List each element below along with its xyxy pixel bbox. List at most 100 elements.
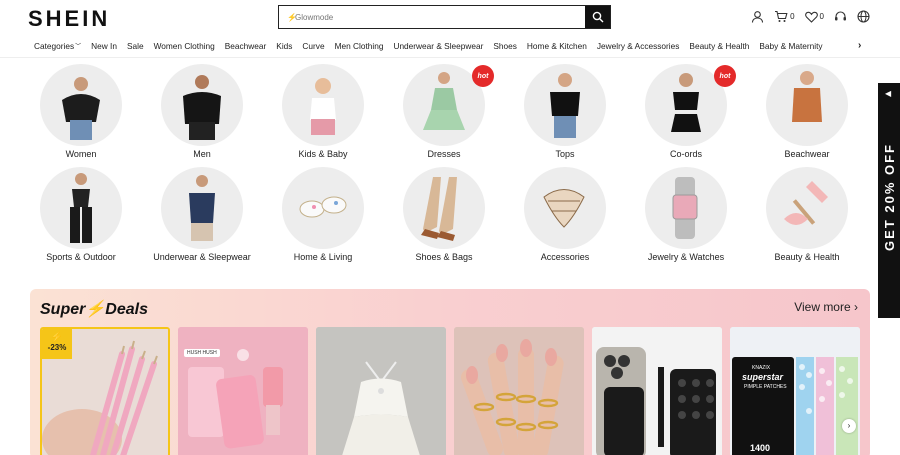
super-deals-title-part1: Super [40,301,86,318]
category-item[interactable]: Men [152,64,252,160]
deal-item[interactable] [592,327,722,455]
cart-count: 0 [790,12,795,21]
triangle-left-icon[interactable]: ◀ [885,89,891,98]
category-item[interactable]: Women [31,64,131,160]
nav-item[interactable]: Shoes [493,41,517,51]
category-image [524,167,606,249]
view-more-label: View more [794,300,851,314]
nav-item[interactable]: Women Clothing [154,41,215,51]
category-label: Beachwear [784,149,830,159]
category-item[interactable]: hot Dresses [394,64,494,160]
chevron-down-icon: ﹀ [75,44,82,50]
deal-item[interactable]: HUSH HUSH [178,327,308,455]
category-image [524,64,606,146]
cart-button[interactable]: 0 [774,10,795,23]
search-button[interactable] [585,6,610,28]
category-label: Men [193,149,211,159]
support-button[interactable] [834,10,847,23]
view-more-link[interactable]: View more › [794,300,858,314]
category-item[interactable]: Accessories [515,167,615,263]
super-deals-title-part2: Deals [105,301,148,318]
category-label: Shoes & Bags [415,252,473,262]
wishlist-count: 0 [819,12,824,21]
category-image [40,64,122,146]
category-item[interactable]: Sports & Outdoor [31,167,131,263]
category-label: Accessories [540,252,590,262]
nav-categories[interactable]: Categories [34,41,74,51]
pack-title: superstar [742,372,784,382]
hot-badge: hot [472,65,494,87]
nav-item[interactable]: Jewelry & Accessories [597,41,680,51]
category-item[interactable]: Tops [515,64,615,160]
lipstick-image [178,327,308,455]
cart-icon [775,10,788,22]
nav-next-arrow-icon[interactable]: › [858,40,861,51]
discount-badge-text: -23% [47,343,67,352]
category-label: Jewelry & Watches [647,252,725,262]
search-icon [592,11,603,23]
heart-icon [804,11,818,23]
deals-next-arrow-icon[interactable]: › [842,419,856,433]
shein-logo[interactable]: SHEIN [28,6,110,32]
white-dress-image [316,327,446,455]
category-nav: Categories ﹀ New In Sale Women Clothing Beach… [0,38,900,58]
globe-icon [857,10,870,23]
search-input[interactable] [279,6,585,28]
category-image [40,167,122,249]
nav-item[interactable]: Baby & Maternity [759,41,822,51]
category-label: Co-ords [669,149,702,159]
category-label: Women [65,149,97,159]
bolt-icon: ⚡ [85,301,106,318]
pack-subtitle: PIMPLE PATCHES [744,384,787,390]
nav-item[interactable]: Kids [276,41,292,51]
brand-tag: HUSH HUSH [184,349,220,357]
wishlist-button[interactable]: 0 [804,11,824,23]
language-button[interactable] [857,10,870,23]
headset-icon [835,11,846,21]
super-deals-section: Super⚡Deals View more › ⚡ -23% HUSH HUSH… [30,289,870,455]
pack-brand: KNAZIX [752,365,771,371]
category-label: Kids & Baby [298,149,348,159]
chevron-right-icon: › [854,300,858,314]
discount-badge: ⚡ -23% [42,329,72,359]
category-image [645,167,727,249]
nav-item[interactable]: Sale [127,41,144,51]
category-image [403,167,485,249]
header: SHEIN ⚡ 0 0 [0,0,900,36]
category-item[interactable]: Beachwear [757,64,857,160]
nav-item[interactable]: Men Clothing [335,41,384,51]
nav-item[interactable]: Beachwear [225,41,267,51]
phone-case-image [592,327,722,455]
category-item[interactable]: Shoes & Bags [394,167,494,263]
nav-item[interactable]: Beauty & Health [689,41,749,51]
deal-item[interactable]: 1400 KNAZIX superstar PIMPLE PATCHES › [730,327,860,455]
category-item[interactable]: Jewelry & Watches [636,167,736,263]
user-icon [752,11,764,23]
nav-list: Categories ﹀ New In Sale Women Clothing Beach… [34,41,842,51]
category-item[interactable]: Kids & Baby [273,64,373,160]
category-label: Dresses [427,149,461,159]
category-image [766,64,848,146]
deal-item[interactable] [316,327,446,455]
category-item[interactable]: Underwear & Sleepwear [152,167,252,263]
side-promo-banner[interactable]: ◀ GET 20% OFF [878,83,900,318]
category-item[interactable]: Home & Living [273,167,373,263]
nav-item[interactable]: Home & Kitchen [527,41,587,51]
nav-item[interactable]: Underwear & Sleepwear [393,41,483,51]
category-image [161,167,243,249]
nav-item[interactable]: Curve [302,41,324,51]
category-label: Underwear & Sleepwear [153,252,251,262]
deal-item[interactable] [454,327,584,455]
search-bar: ⚡ [278,5,611,29]
category-image [282,64,364,146]
category-label: Tops [555,149,575,159]
hot-badge: hot [714,65,736,87]
deal-item[interactable]: ⚡ -23% [40,327,170,455]
category-item[interactable]: Beauty & Health [757,167,857,263]
account-button[interactable] [751,10,764,23]
category-image [766,167,848,249]
bolt-icon: ⚡ [50,332,64,343]
category-item[interactable]: hot Co-ords [636,64,736,160]
nav-item[interactable]: New In [91,41,117,51]
header-icons: 0 0 [751,10,870,23]
